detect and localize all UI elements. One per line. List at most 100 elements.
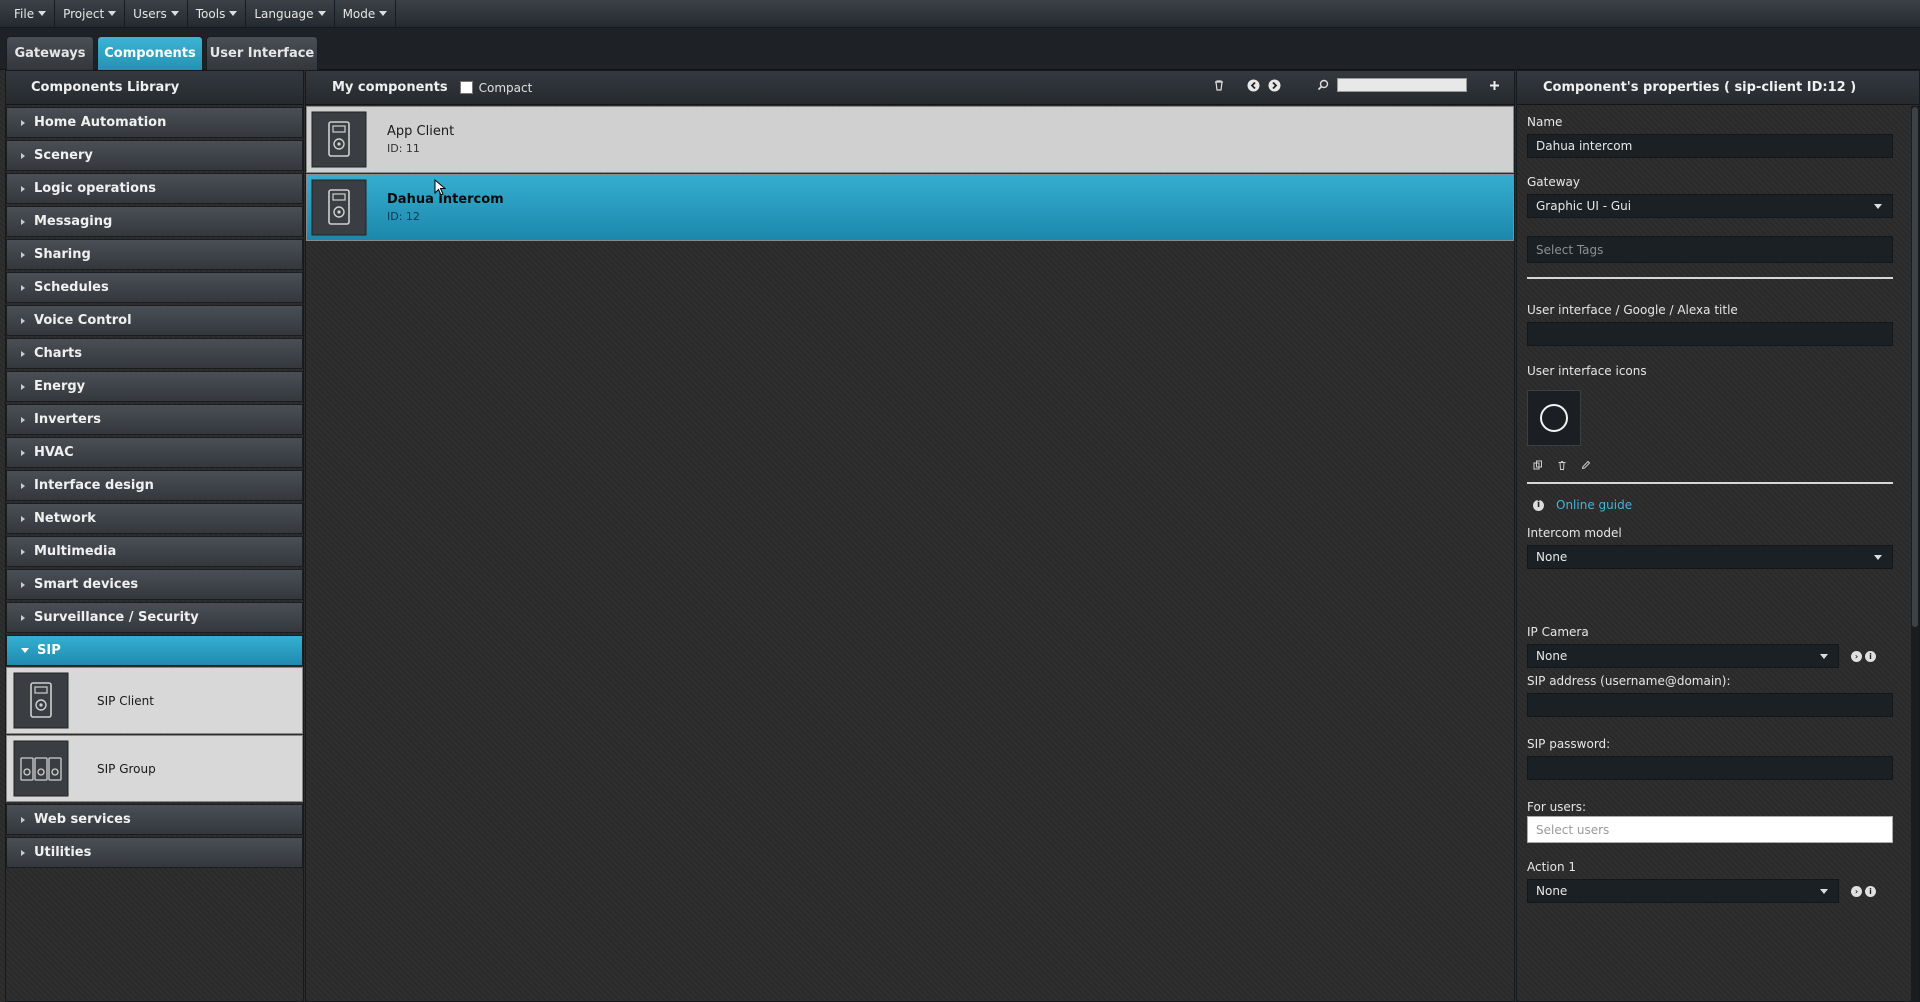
category-label: Network [34,511,96,526]
category-utilities[interactable]: Utilities [6,837,303,868]
menu-mode[interactable]: Mode [335,0,397,28]
copy-icon[interactable] [1533,460,1543,470]
menu-project-label: Project [63,6,105,21]
category-schedules[interactable]: Schedules [6,272,303,303]
my-components-panel: My components Compact App Client ID: 11 … [305,70,1515,1002]
category-sip[interactable]: SIP [6,635,303,666]
ui-icon-actions [1527,460,1909,470]
component-row-selected[interactable]: Dahua intercom ID: 12 [306,174,1514,241]
gateway-select[interactable]: Graphic UI - Gui [1527,194,1893,218]
component-row[interactable]: App Client ID: 11 [306,106,1514,173]
my-components-title: My components [332,80,448,95]
category-scenery[interactable]: Scenery [6,140,303,171]
category-charts[interactable]: Charts [6,338,303,369]
caret-down-icon [21,648,29,653]
search-input[interactable] [1337,78,1467,92]
component-properties-panel: Component's properties ( sip-client ID:1… [1516,70,1920,1002]
edit-pencil-icon[interactable] [1581,460,1591,470]
intercom-model-select[interactable]: None [1527,545,1893,569]
category-interface-design[interactable]: Interface design [6,470,303,501]
arrow-right-circle-icon[interactable] [1268,79,1281,92]
category-hvac[interactable]: HVAC [6,437,303,468]
menu-users[interactable]: Users [125,0,188,28]
arrow-left-circle-icon[interactable] [1247,79,1260,92]
sip-address-label: SIP address (username@domain): [1527,674,1731,688]
arrow-right-circle-icon[interactable]: › [1851,650,1862,662]
compact-label: Compact [478,80,533,95]
menubar: File Project Users Tools Language Mode [0,0,1920,28]
category-network[interactable]: Network [6,503,303,534]
category-label: Charts [34,346,82,361]
gateway-label: Gateway [1527,175,1581,189]
ui-title-field[interactable] [1527,322,1893,346]
action1-select[interactable]: None [1527,879,1839,903]
ui-title-label: User interface / Google / Alexa title [1527,303,1738,317]
caret-right-icon [21,581,25,588]
category-inverters[interactable]: Inverters [6,404,303,435]
ui-icon-preview[interactable] [1527,390,1581,446]
menu-file-label: File [14,6,35,21]
category-smart-devices[interactable]: Smart devices [6,569,303,600]
sip-password-label: SIP password: [1527,737,1611,751]
caret-right-icon [21,548,25,555]
library-item-sip-client[interactable]: SIP Client [6,667,303,734]
chevron-down-icon [170,11,179,16]
caret-right-icon [21,449,25,456]
menu-tools[interactable]: Tools [188,0,247,28]
chevron-down-icon [1820,653,1828,659]
compact-checkbox[interactable] [459,81,473,94]
online-guide-link[interactable]: Online guide [1556,498,1632,512]
category-multimedia[interactable]: Multimedia [6,536,303,567]
compact-toggle[interactable]: Compact [459,80,533,95]
category-label: HVAC [34,445,74,460]
caret-right-icon [21,218,25,225]
tags-select[interactable]: Select Tags [1527,236,1893,263]
ip-camera-select[interactable]: None [1527,644,1839,668]
menu-language[interactable]: Language [246,0,335,28]
category-energy[interactable]: Energy [6,371,303,402]
component-name: App Client [387,124,455,139]
online-guide-row: i Online guide [1527,498,1909,512]
component-id: ID: 11 [387,142,420,155]
intercom-model-value: None [1536,550,1568,564]
category-surveillance-security[interactable]: Surveillance / Security [6,602,303,633]
sip-password-field[interactable] [1527,756,1893,780]
menu-users-label: Users [133,6,167,21]
trash-icon[interactable] [1557,460,1567,470]
category-web-services[interactable]: Web services [6,804,303,835]
search-icon [1317,79,1329,91]
category-voice-control[interactable]: Voice Control [6,305,303,336]
sip-address-field[interactable] [1527,693,1893,717]
menu-file[interactable]: File [6,0,56,28]
gateway-value: Graphic UI - Gui [1536,199,1632,213]
tab-user-interface[interactable]: User Interface [206,36,318,70]
action1-row: None › i [1527,874,1909,903]
chevron-down-icon [1874,203,1882,209]
category-label: Energy [34,379,86,394]
category-home-automation[interactable]: Home Automation [6,107,303,138]
properties-form: Name Dahua intercom Gateway Graphic UI -… [1517,115,1919,903]
info-icon[interactable]: i [1865,650,1876,662]
arrow-right-circle-icon[interactable]: › [1851,885,1862,897]
name-field[interactable]: Dahua intercom [1527,134,1893,158]
caret-right-icon [21,849,25,856]
plus-icon[interactable] [1489,80,1500,91]
category-messaging[interactable]: Messaging [6,206,303,237]
tab-gateways[interactable]: Gateways [6,36,94,70]
category-label: Sharing [34,247,91,262]
library-title: Components Library [6,71,303,105]
caret-right-icon [21,482,25,489]
users-select[interactable]: Select users [1527,816,1893,843]
ui-icons-label: User interface icons [1527,364,1647,378]
category-sharing[interactable]: Sharing [6,239,303,270]
tab-components[interactable]: Components [97,36,203,70]
tags-placeholder: Select Tags [1536,242,1604,257]
trash-icon[interactable] [1213,79,1225,91]
category-logic-operations[interactable]: Logic operations [6,173,303,204]
caret-right-icon [21,284,25,291]
info-icon[interactable]: i [1865,885,1876,897]
library-item-sip-group[interactable]: SIP Group [6,735,303,802]
menu-project[interactable]: Project [55,0,126,28]
category-label: Surveillance / Security [34,610,199,625]
caret-right-icon [21,185,25,192]
